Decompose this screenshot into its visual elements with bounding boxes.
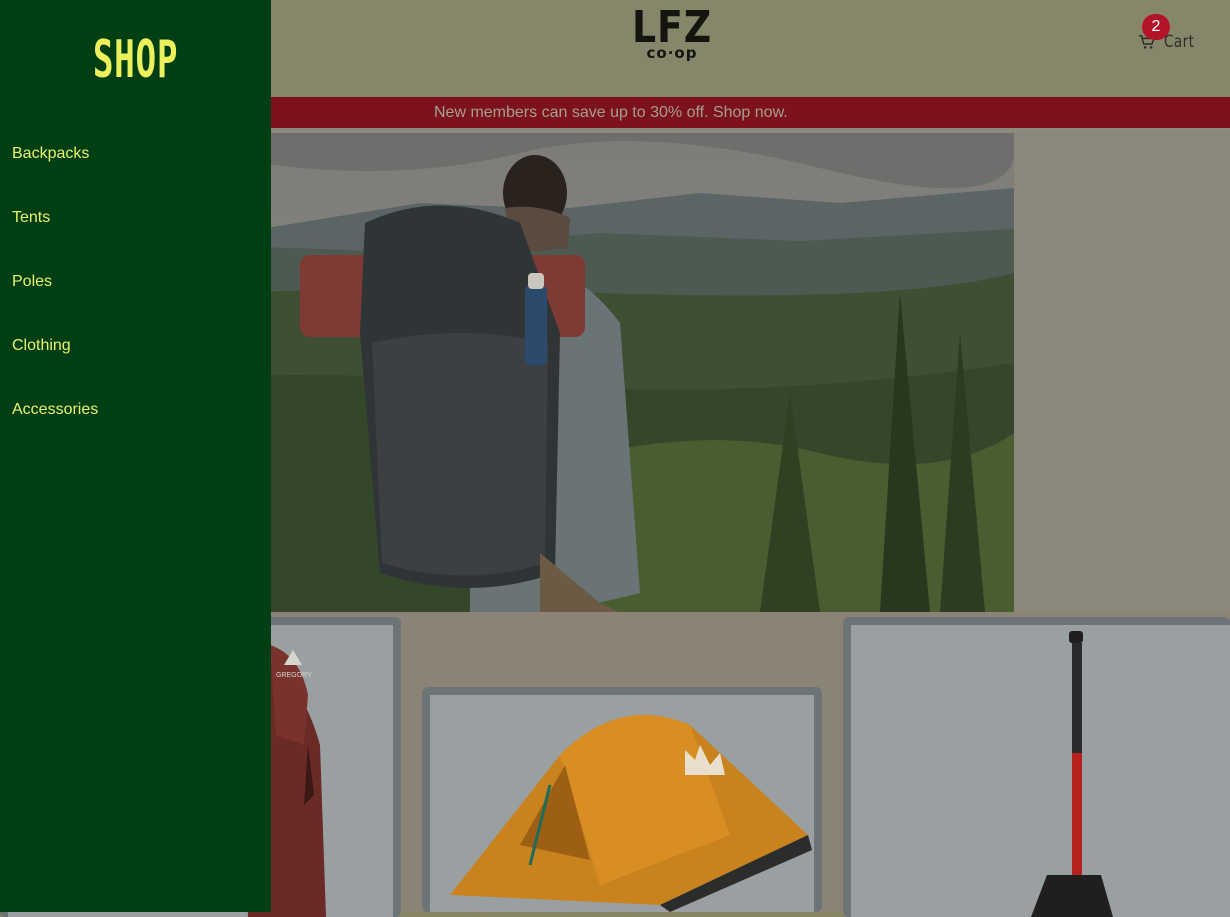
cart-label: Cart	[1164, 32, 1195, 52]
nav-item-backpacks[interactable]: Backpacks	[12, 144, 89, 164]
nav-item-accessories[interactable]: Accessories	[12, 400, 98, 420]
pole-illustration	[1031, 631, 1113, 917]
tent-brand-text: REI co-op	[687, 766, 724, 775]
product-image-pole	[851, 625, 1230, 917]
tent-illustration: REI co-op	[450, 715, 812, 912]
site-logo[interactable]: LFZ co·op	[612, 2, 732, 61]
backpack-brand-text: GREGORY	[276, 672, 312, 679]
promo-text: New members can save up to 30% off. Shop…	[434, 104, 788, 121]
logo-main-text: LFZ	[632, 2, 712, 53]
nav-item-tents[interactable]: Tents	[12, 208, 50, 228]
nav-item-poles[interactable]: Poles	[12, 272, 52, 292]
hero-side-panel	[1014, 133, 1230, 612]
product-card-tent[interactable]: REI co-op	[422, 687, 822, 912]
nav-item-clothing[interactable]: Clothing	[12, 336, 71, 356]
product-card-pole[interactable]	[843, 617, 1230, 917]
drawer-title: SHOP	[92, 30, 179, 90]
shop-side-drawer: SHOP Backpacks Tents Poles Clothing Acce…	[0, 0, 271, 912]
cart-count-badge: 2	[1142, 14, 1170, 40]
product-image-tent: REI co-op	[430, 695, 814, 912]
